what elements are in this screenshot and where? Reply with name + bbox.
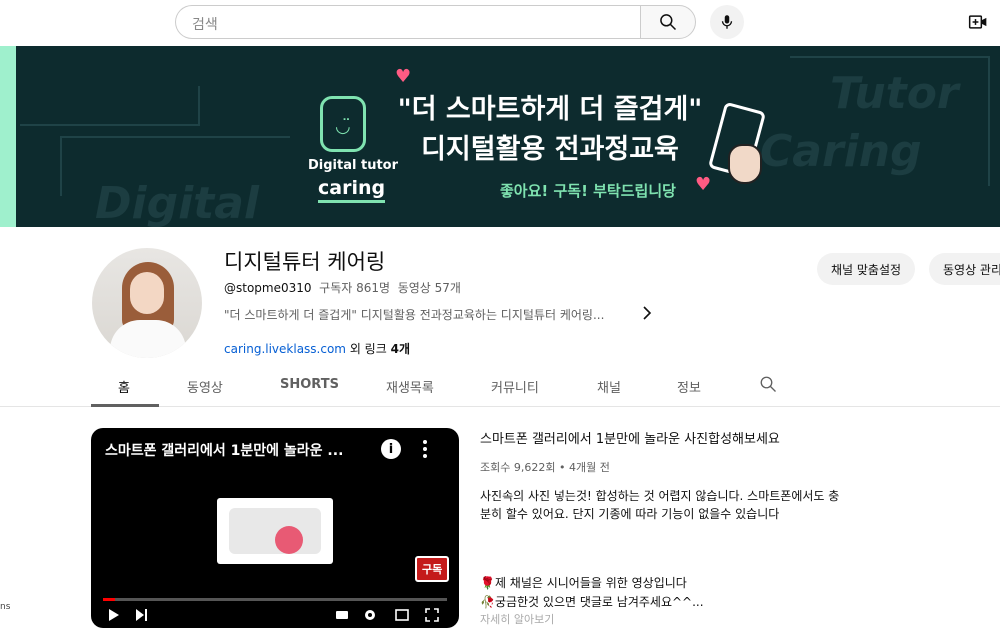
- video-thumbnail: [217, 498, 333, 564]
- play-icon[interactable]: [107, 608, 121, 622]
- tab-playlists[interactable]: 재생목록: [386, 377, 434, 396]
- channel-link[interactable]: caring.liveklass.com: [224, 342, 346, 356]
- search-input[interactable]: 검색: [175, 5, 641, 39]
- banner-bg-word: Caring: [760, 126, 922, 177]
- progress-bar[interactable]: [103, 598, 447, 601]
- banner-headline-line2: 디지털활용 전과정교육: [421, 134, 679, 165]
- tab-shorts[interactable]: SHORTS: [280, 377, 339, 392]
- miniplayer-icon[interactable]: [395, 608, 409, 622]
- subscriber-count: 구독자 861명: [319, 281, 391, 295]
- top-bar: 검색: [0, 0, 1000, 46]
- tab-home[interactable]: 홈: [118, 377, 130, 396]
- subscribe-watermark[interactable]: 구독: [415, 556, 450, 582]
- banner-circuit-line: [20, 86, 200, 126]
- search-icon: [660, 14, 677, 31]
- tab-channels[interactable]: 채널: [597, 377, 621, 396]
- heart-icon: ♥: [395, 66, 412, 87]
- search-placeholder: 검색: [192, 17, 218, 33]
- create-button[interactable]: [966, 10, 990, 34]
- chevron-right-icon: [643, 306, 652, 320]
- banner-bg-word: Tutor: [830, 68, 959, 119]
- channel-name: 디지털튜터 케어링: [224, 250, 386, 274]
- customize-channel-button[interactable]: 채널 맞춤설정: [817, 253, 916, 285]
- edge-text: ns: [0, 602, 11, 612]
- featured-video-player[interactable]: 스마트폰 갤러리에서 1분만에 놀라운 ... i 구독: [91, 428, 459, 628]
- channel-description[interactable]: "더 스마트하게 더 즐겁게" 디지털활용 전과정교육하는 디지털튜터 케어링.…: [224, 306, 604, 323]
- mic-icon: [721, 15, 733, 29]
- banner-headline-line1: "더 스마트하게 더 즐겁게": [397, 94, 703, 125]
- channel-avatar[interactable]: [92, 248, 202, 358]
- hand-icon: [728, 144, 762, 184]
- next-icon[interactable]: [135, 608, 149, 622]
- upload-age: 4개월 전: [568, 461, 610, 474]
- channel-link-more-count[interactable]: 4개: [391, 342, 410, 356]
- tab-community[interactable]: 커뮤니티: [491, 377, 539, 396]
- featured-video-description: 사진속의 사진 넣는것! 합성하는 것 어렵지 않습니다. 스마트폰에서도 충분…: [480, 489, 840, 521]
- channel-banner: Digital Tutor Caring ◡̈ Digital tutor ca…: [0, 46, 1000, 227]
- search-icon[interactable]: [759, 375, 777, 393]
- settings-icon[interactable]: [363, 608, 377, 622]
- description-more-button[interactable]: [640, 304, 654, 322]
- manage-videos-button[interactable]: 동영상 관리: [929, 253, 1000, 285]
- description-line: 🌹제 채널은 시니어들을 위한 영상입니다: [480, 576, 687, 590]
- video-count: 동영상 57개: [397, 281, 461, 295]
- channel-handle: @stopme0310: [224, 281, 312, 295]
- voice-search-button[interactable]: [710, 5, 744, 39]
- banner-headline: "더 스마트하게 더 즐겁게" 디지털활용 전과정교육: [380, 90, 720, 170]
- banner-slogan: 좋아요! 구독! 부탁드립니당: [500, 182, 676, 200]
- featured-video-meta: 조회수 9,622회 • 4개월 전: [480, 461, 610, 474]
- avatar-body: [110, 320, 186, 358]
- view-count: 조회수 9,622회: [480, 461, 556, 474]
- logo-face-icon: ◡̈: [335, 116, 351, 137]
- logo-caring-text: caring: [318, 177, 386, 203]
- fullscreen-icon[interactable]: [425, 608, 439, 622]
- create-video-icon: [968, 15, 987, 29]
- description-line: 🥀궁금한것 있으면 댓글로 남겨주세요^^...: [480, 595, 704, 609]
- player-title[interactable]: 스마트폰 갤러리에서 1분만에 놀라운 ...: [105, 440, 343, 460]
- banner-bg-word: Digital: [95, 178, 259, 227]
- banner-accent-stripe: [0, 46, 16, 227]
- tab-videos[interactable]: 동영상: [187, 377, 223, 396]
- channel-link-more[interactable]: 외 링크: [350, 342, 387, 356]
- channel-tabs: 홈 동영상 SHORTS 재생목록 커뮤니티 채널 정보: [0, 365, 1000, 407]
- thumbnail-phone-screen: [229, 508, 321, 554]
- thumbnail-circle: [275, 526, 303, 554]
- heart-icon: ♥: [695, 174, 712, 195]
- featured-video-title[interactable]: 스마트폰 갤러리에서 1분만에 놀라운 사진합성해보세요: [480, 428, 780, 447]
- channel-meta: @stopme0310 구독자 861명 동영상 57개: [224, 279, 461, 296]
- read-more-link[interactable]: 자세히 알아보기: [480, 611, 554, 627]
- progress-bar-fill: [103, 598, 115, 601]
- subtitles-icon[interactable]: [335, 608, 349, 622]
- avatar-face: [130, 272, 164, 314]
- active-tab-indicator: [91, 404, 159, 407]
- info-icon[interactable]: i: [381, 439, 401, 459]
- channel-links: caring.liveklass.com 외 링크 4개: [224, 340, 410, 357]
- search-button[interactable]: [640, 5, 696, 39]
- more-vert-icon[interactable]: [419, 438, 431, 460]
- tab-about[interactable]: 정보: [677, 377, 701, 396]
